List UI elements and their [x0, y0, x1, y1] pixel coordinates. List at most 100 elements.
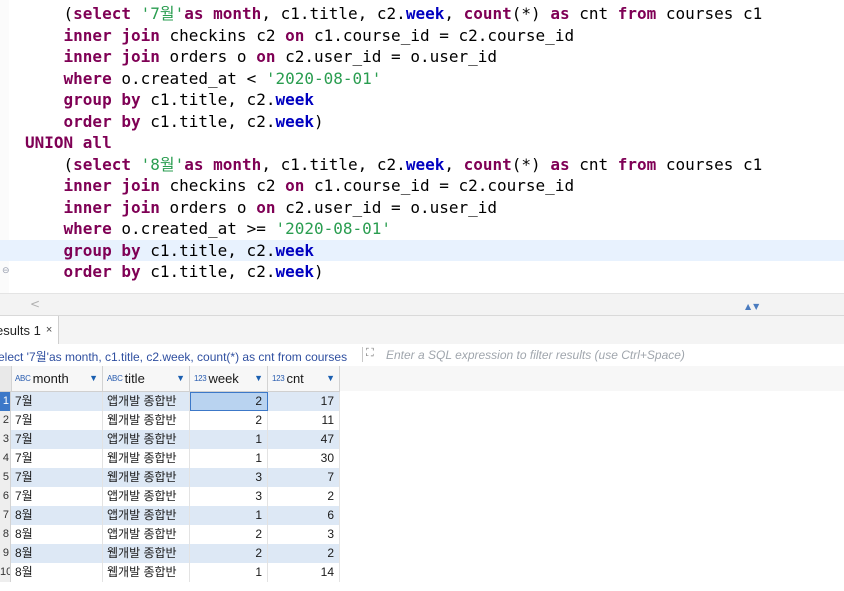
cell-title[interactable]: 웹개발 종합반 — [103, 468, 190, 487]
cell-title[interactable]: 앱개발 종합반 — [103, 506, 190, 525]
code-line[interactable]: inner join orders o on c2.user_id = o.us… — [25, 46, 497, 67]
cell-week[interactable]: 2 — [190, 411, 268, 430]
cell-month[interactable]: 7월 — [11, 487, 103, 506]
cell-month[interactable]: 8월 — [11, 544, 103, 563]
column-header-week[interactable]: 123 week ▼ — [190, 366, 268, 391]
toggle-panel-icon[interactable]: ▲▼ — [745, 302, 761, 311]
code-line[interactable]: UNION all — [25, 132, 112, 153]
cell-cnt[interactable]: 47 — [268, 430, 340, 449]
sort-icon[interactable]: ▼ — [176, 373, 185, 383]
code-line[interactable]: where o.created_at >= '2020-08-01' — [25, 218, 392, 239]
cell-cnt[interactable]: 30 — [268, 449, 340, 468]
code-line[interactable]: inner join checkins c2 on c1.course_id =… — [25, 25, 575, 46]
fold-icon[interactable]: ⊖ — [2, 266, 10, 276]
results-grid[interactable]: ABC month ▼ ABC title ▼ 123 week ▼ 123 c… — [0, 366, 844, 591]
table-row[interactable]: 1 7월 앱개발 종합반 2 17 — [0, 392, 340, 411]
grid-empty-area — [340, 391, 844, 591]
code-token-keyword: as — [550, 4, 570, 23]
row-number[interactable]: 3 — [0, 430, 11, 449]
cell-cnt[interactable]: 17 — [268, 392, 340, 411]
cell-title[interactable]: 앱개발 종합반 — [103, 392, 190, 411]
column-header-month[interactable]: ABC month ▼ — [11, 366, 103, 391]
scroll-left-icon[interactable]: < — [30, 297, 40, 311]
cell-title[interactable]: 웹개발 종합반 — [103, 563, 190, 582]
table-row[interactable]: 9 8월 웹개발 종합반 2 2 — [0, 544, 340, 563]
cell-title[interactable]: 앱개발 종합반 — [103, 487, 190, 506]
table-row[interactable]: 4 7월 웹개발 종합반 1 30 — [0, 449, 340, 468]
cell-title[interactable]: 앱개발 종합반 — [103, 525, 190, 544]
code-line[interactable]: group by c1.title, c2.week — [0, 239, 844, 261]
cell-title[interactable]: 앱개발 종합반 — [103, 430, 190, 449]
cell-month[interactable]: 8월 — [11, 506, 103, 525]
code-line[interactable]: (select '8월'as month, c1.title, c2.week,… — [25, 154, 763, 175]
table-row[interactable]: 5 7월 웹개발 종합반 3 7 — [0, 468, 340, 487]
filter-input[interactable] — [386, 346, 826, 363]
tab-results-1[interactable]: esults 1 × — [0, 316, 60, 344]
row-number[interactable]: 9 — [0, 544, 11, 563]
cell-month[interactable]: 8월 — [11, 563, 103, 582]
code-token-text: ( — [63, 4, 74, 23]
cell-cnt[interactable]: 2 — [268, 487, 340, 506]
cell-cnt[interactable]: 7 — [268, 468, 340, 487]
code-line[interactable]: order by c1.title, c2.week) — [25, 111, 324, 132]
cell-title[interactable]: 웹개발 종합반 — [103, 449, 190, 468]
table-row[interactable]: 8 8월 앱개발 종합반 2 3 — [0, 525, 340, 544]
cell-week[interactable]: 2 — [190, 525, 268, 544]
table-row[interactable]: 7 8월 앱개발 종합반 1 6 — [0, 506, 340, 525]
table-row[interactable]: 3 7월 앱개발 종합반 1 47 — [0, 430, 340, 449]
cell-week[interactable]: 3 — [190, 468, 268, 487]
sort-icon[interactable]: ▼ — [254, 373, 263, 383]
cell-week[interactable]: 2 — [190, 392, 268, 411]
expand-icon[interactable]: ⛶ — [366, 347, 380, 361]
cell-month[interactable]: 7월 — [11, 411, 103, 430]
cell-week[interactable]: 3 — [190, 487, 268, 506]
cell-title[interactable]: 웹개발 종합반 — [103, 411, 190, 430]
table-row[interactable]: 2 7월 웹개발 종합반 2 11 — [0, 411, 340, 430]
cell-week[interactable]: 1 — [190, 449, 268, 468]
code-line[interactable]: inner join orders o on c2.user_id = o.us… — [25, 197, 497, 218]
row-number[interactable]: 6 — [0, 487, 11, 506]
cell-title[interactable]: 웹개발 종합반 — [103, 544, 190, 563]
row-number[interactable]: 7 — [0, 506, 11, 525]
cell-week[interactable]: 1 — [190, 563, 268, 582]
cell-cnt[interactable]: 2 — [268, 544, 340, 563]
code-token-column: week — [275, 111, 314, 131]
column-header-cnt[interactable]: 123 cnt ▼ — [268, 366, 340, 391]
cell-week[interactable]: 1 — [190, 430, 268, 449]
close-icon[interactable]: × — [46, 324, 52, 336]
code-line[interactable]: (select '7월'as month, c1.title, c2.week,… — [25, 3, 763, 24]
cell-month[interactable]: 7월 — [11, 392, 103, 411]
code-line[interactable]: group by c1.title, c2.week — [25, 89, 314, 110]
cell-month[interactable]: 8월 — [11, 525, 103, 544]
sort-icon[interactable]: ▼ — [326, 373, 335, 383]
code-token-text: orders o — [159, 47, 257, 66]
row-number[interactable]: 1 — [0, 392, 11, 411]
cell-cnt[interactable]: 6 — [268, 506, 340, 525]
cell-week[interactable]: 2 — [190, 544, 268, 563]
code-token-text: cnt — [569, 4, 618, 23]
row-number[interactable]: 4 — [0, 449, 11, 468]
cell-month[interactable]: 7월 — [11, 449, 103, 468]
number-type-icon: 123 — [194, 374, 207, 383]
editor-horizontal-scrollbar[interactable]: < ▲▼ — [0, 293, 844, 316]
column-header-title[interactable]: ABC title ▼ — [103, 366, 190, 391]
cell-cnt[interactable]: 3 — [268, 525, 340, 544]
code-line[interactable]: inner join checkins c2 on c1.course_id =… — [25, 175, 575, 196]
code-line[interactable]: order by c1.title, c2.week) — [25, 261, 324, 282]
row-number[interactable]: 5 — [0, 468, 11, 487]
sql-editor[interactable]: ⊖ (select '7월'as month, c1.title, c2.wee… — [0, 0, 844, 293]
cell-month[interactable]: 7월 — [11, 430, 103, 449]
cell-cnt[interactable]: 11 — [268, 411, 340, 430]
table-row[interactable]: 108월웹개발 종합반114 — [0, 563, 340, 582]
row-number[interactable]: 2 — [0, 411, 11, 430]
code-line[interactable]: where o.created_at < '2020-08-01' — [25, 68, 382, 89]
table-row[interactable]: 6 7월 앱개발 종합반 3 2 — [0, 487, 340, 506]
cell-week[interactable]: 1 — [190, 506, 268, 525]
row-number[interactable]: 8 — [0, 525, 11, 544]
cell-cnt[interactable]: 14 — [268, 563, 340, 582]
row-number[interactable]: 10 — [0, 563, 11, 582]
cell-month[interactable]: 7월 — [11, 468, 103, 487]
sort-icon[interactable]: ▼ — [89, 373, 98, 383]
